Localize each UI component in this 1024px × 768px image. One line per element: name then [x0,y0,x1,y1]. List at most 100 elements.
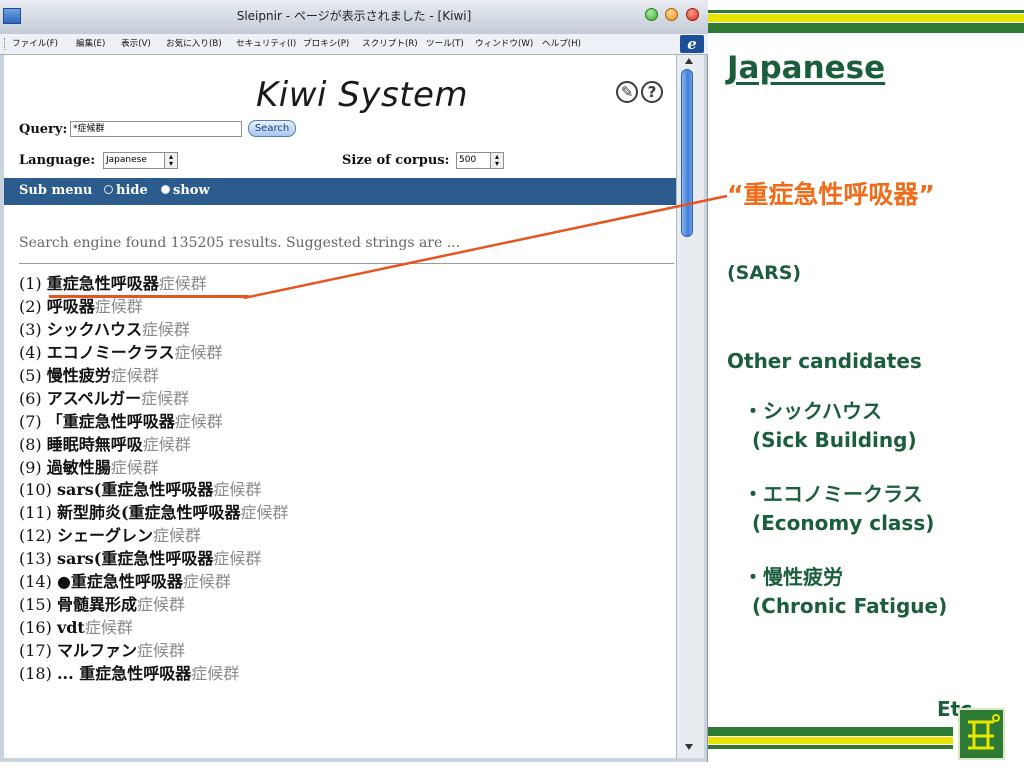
help-icon[interactable]: ? [641,81,663,103]
result-term: シックハウス [46,319,142,339]
radio-show-label: show [173,183,210,198]
result-suffix: 症候群 [136,595,185,615]
submenu-label: Sub menu [19,183,93,198]
menubar-grip[interactable] [4,38,7,50]
result-term: 「重症急性呼吸器 [46,411,175,431]
result-suffix: 症候群 [110,457,159,477]
page-viewport: Kiwi System ✎? Query: *症候群 Search Langua… [4,55,676,758]
menu-edit[interactable]: 編集(E) [76,37,105,49]
top-stripe-yellow [708,14,1024,22]
result-item[interactable]: (11) 新型肺炎(重症急性呼吸器症候群 [19,502,289,525]
result-item[interactable]: (8) 睡眠時無呼吸症候群 [19,434,289,457]
menu-view[interactable]: 表示(V) [121,37,151,49]
result-item[interactable]: (12) シェーグレン症候群 [19,525,289,548]
slide-title: Japanese [727,50,886,86]
result-number: (18) [19,663,52,683]
select-stepper-icon[interactable]: ▴ ▾ [164,153,177,168]
result-term: ... 重症急性呼吸器 [56,663,192,683]
edit-icon[interactable]: ✎ [616,81,638,103]
result-suffix: 症候群 [158,274,207,293]
result-item[interactable]: (3) シックハウス症候群 [19,319,289,342]
result-suffix: 症候群 [174,411,223,431]
result-suffix: 症候群 [213,549,262,569]
menu-file[interactable]: ファイル(F) [12,37,58,49]
result-number: (10) [19,480,52,500]
highlight-underline [49,295,249,298]
result-term: ●重症急性呼吸器 [56,572,183,592]
highlighted-term: “重症急性呼吸器” [727,180,935,209]
result-item[interactable]: (16) vdt症候群 [19,617,289,640]
radio-show[interactable]: show [161,183,210,198]
ie-logo-icon[interactable]: e [680,35,704,53]
result-item[interactable]: (18) ... 重症急性呼吸器症候群 [19,663,289,686]
menu-security[interactable]: セキュリティ(I) [236,37,296,49]
result-item[interactable]: (10) sars(重症急性呼吸器症候群 [19,479,289,502]
result-term: 重症急性呼吸器 [46,274,159,293]
result-number: (4) [19,342,42,362]
result-item[interactable]: (2) 呼吸器症候群 [19,296,289,319]
result-item[interactable]: (9) 過敏性腸症候群 [19,457,289,480]
result-number: (1) [19,274,42,293]
result-term: 慢性疲労 [46,365,111,385]
search-button[interactable]: Search [248,120,296,137]
browser-window: Sleipnir - ページが表示されました - [Kiwi] ファイル(F) … [0,0,708,762]
result-item[interactable]: (7) 「重症急性呼吸器症候群 [19,411,289,434]
result-item[interactable]: (1) 重症急性呼吸器症候群 [19,273,289,296]
vertical-scrollbar[interactable] [676,55,704,758]
result-item[interactable]: (13) sars(重症急性呼吸器症候群 [19,548,289,571]
result-suffix: 症候群 [136,641,185,660]
result-item[interactable]: (17) マルファン症候群 [19,640,289,663]
radio-hide[interactable]: hide [104,183,148,198]
result-suffix: 症候群 [84,618,133,638]
query-input[interactable]: *症候群 [70,121,242,137]
corpus-select-value: 500 [459,155,477,165]
query-label: Query: [19,122,68,137]
result-term: sars(重症急性呼吸器 [56,480,214,500]
submenu-bar: Sub menu hide show [4,178,676,205]
result-suffix: 症候群 [191,663,240,683]
help-icons: ✎? [616,81,666,103]
scroll-up-arrow-icon[interactable] [685,58,693,64]
result-item[interactable]: (15) 骨髄異形成症候群 [19,594,289,617]
bottom-stripe-yellow [708,737,953,744]
result-item[interactable]: (5) 慢性疲労症候群 [19,365,289,388]
minimize-button[interactable] [645,8,658,21]
bottom-stripe-green-2 [708,745,953,749]
result-suffix: 症候群 [182,572,231,592]
result-suffix: 症候群 [142,434,191,454]
scroll-down-arrow-icon[interactable] [685,744,693,750]
maximize-button[interactable] [665,8,678,21]
candidate-item: ・慢性疲労 (Chronic Fatigue) [743,563,947,621]
result-suffix: 症候群 [141,319,190,339]
language-select[interactable]: Japanese ▴ ▾ [103,152,178,169]
menu-window[interactable]: ウィンドウ(W) [475,37,533,49]
radio-icon[interactable] [104,185,113,194]
result-suffix: 症候群 [213,480,262,500]
select-stepper-icon[interactable]: ▴ ▾ [490,153,503,168]
result-number: (15) [19,595,52,615]
menu-tools[interactable]: ツール(T) [426,37,464,49]
result-term: sars(重症急性呼吸器 [56,549,214,569]
candidate-en: (Chronic Fatigue) [752,594,948,618]
radio-selected-icon[interactable] [161,185,170,194]
scrollbar-thumb[interactable] [681,69,693,237]
result-suffix: 症候群 [152,526,201,546]
close-button[interactable] [686,8,699,21]
menu-help[interactable]: ヘルプ(H) [542,37,581,49]
result-item[interactable]: (4) エコノミークラス症候群 [19,342,289,365]
result-item[interactable]: (6) アスペルガー症候群 [19,388,289,411]
result-number: (8) [19,434,42,454]
candidate-jp: ・シックハウス [743,399,882,423]
menu-favorites[interactable]: お気に入り(B) [166,37,222,49]
menu-script[interactable]: スクリプト(R) [362,37,418,49]
candidate-en: (Sick Building) [752,428,917,452]
corpus-select[interactable]: 500 ▴ ▾ [456,152,504,169]
result-item[interactable]: (14) ●重症急性呼吸器症候群 [19,571,289,594]
menu-proxy[interactable]: プロキシ(P) [303,37,349,49]
language-select-value: Japanese [106,155,147,165]
language-label: Language: [19,153,96,168]
result-number: (2) [19,296,42,316]
candidate-jp: ・慢性疲労 [743,565,843,589]
result-term: 睡眠時無呼吸 [46,434,143,454]
result-suffix: 症候群 [240,503,289,523]
